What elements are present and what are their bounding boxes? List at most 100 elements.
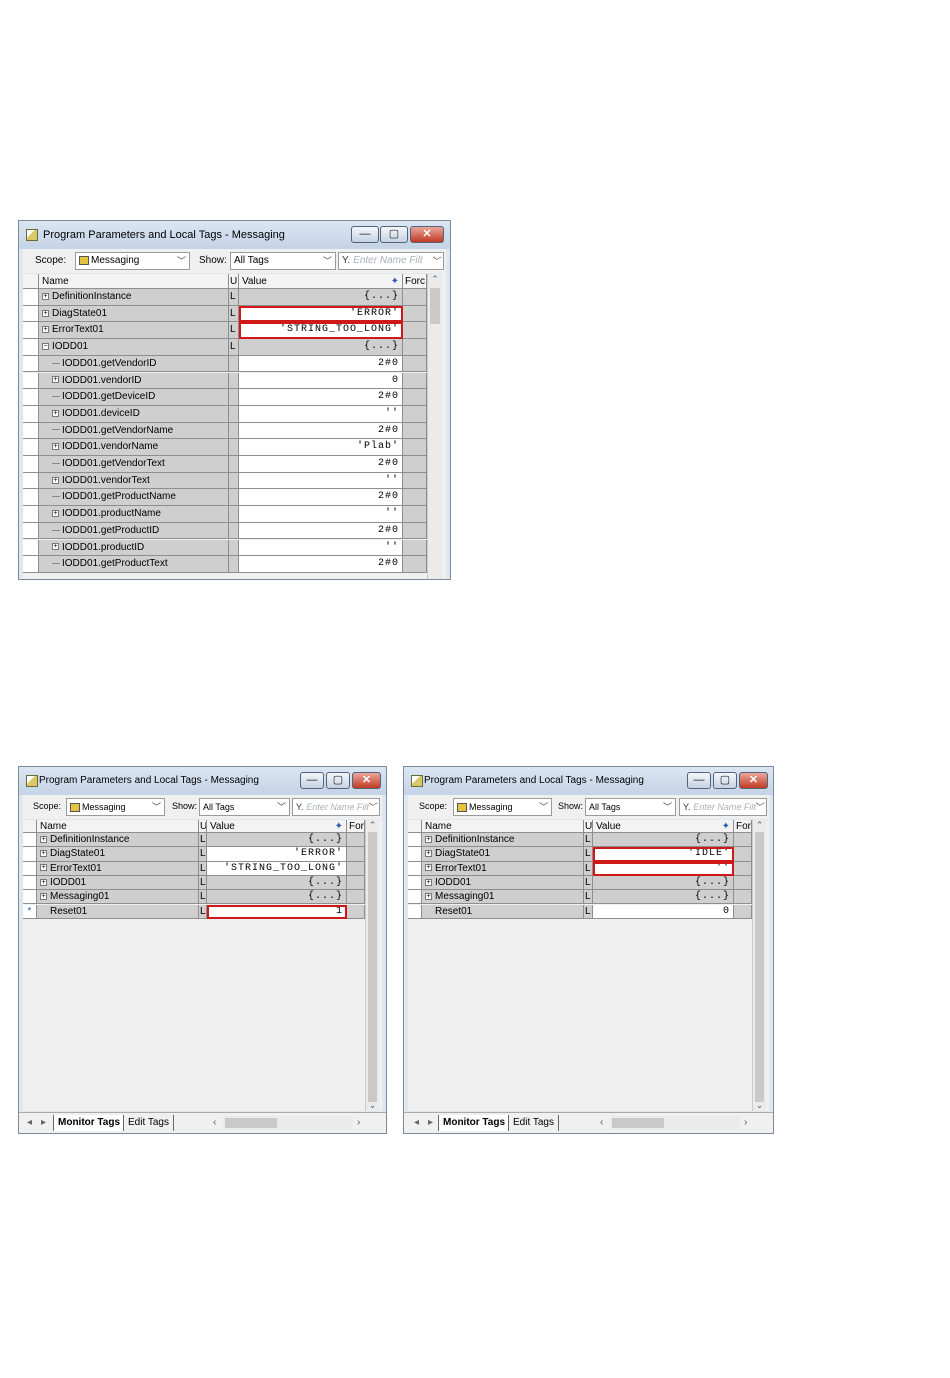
- tag-value-cell[interactable]: 'IDLE': [593, 847, 734, 862]
- row-marker[interactable]: [23, 890, 37, 905]
- name-filter-input[interactable]: Y. Enter Name Filt ﹀: [292, 798, 380, 816]
- hscroll-left-icon[interactable]: ‹: [209, 1115, 220, 1131]
- expand-icon[interactable]: +: [52, 376, 59, 384]
- row-marker[interactable]: [23, 405, 39, 423]
- row-marker[interactable]: [23, 489, 39, 507]
- horizontal-scrollbar[interactable]: [223, 1116, 353, 1130]
- row-marker[interactable]: [23, 439, 39, 456]
- table-row[interactable]: + IODD01.vendorText '': [23, 472, 427, 490]
- tag-name-cell[interactable]: − IODD01: [39, 339, 229, 356]
- column-header-value[interactable]: Value ✦: [207, 820, 347, 833]
- tag-value-cell[interactable]: '': [239, 472, 403, 490]
- tag-value-cell[interactable]: {...}: [239, 289, 403, 306]
- table-row[interactable]: + IODD01 L {...}: [23, 875, 365, 891]
- table-row[interactable]: + ErrorText01 L '': [408, 861, 752, 876]
- tag-name-cell[interactable]: + IODD01.vendorText: [39, 472, 229, 490]
- row-marker[interactable]: [23, 456, 39, 473]
- column-header-value[interactable]: Value ✦: [239, 274, 403, 289]
- vertical-scrollbar[interactable]: ⌃ ⌄: [752, 820, 766, 1111]
- tag-name-cell[interactable]: + IODD01.vendorID: [39, 372, 229, 390]
- tag-name-cell[interactable]: Reset01: [37, 904, 199, 919]
- column-header-force[interactable]: Forc: [734, 820, 752, 833]
- expand-icon[interactable]: +: [52, 409, 59, 417]
- table-row[interactable]: + DefinitionInstance L {...}: [23, 289, 427, 306]
- scroll-up-icon[interactable]: ⌃: [753, 820, 766, 831]
- tag-name-cell[interactable]: + IODD01.deviceID: [39, 405, 229, 423]
- table-row[interactable]: IODD01.getDeviceID 2#0: [23, 389, 427, 406]
- tag-value-cell[interactable]: '': [239, 405, 403, 423]
- tag-value-cell[interactable]: {...}: [239, 339, 403, 356]
- tag-value-cell[interactable]: {...}: [593, 890, 734, 905]
- table-row[interactable]: + IODD01.deviceID '': [23, 405, 427, 423]
- tag-name-cell[interactable]: + IODD01.vendorName: [39, 439, 229, 456]
- scroll-up-icon[interactable]: ⌃: [366, 820, 379, 831]
- row-marker[interactable]: [23, 861, 37, 876]
- table-row[interactable]: + ErrorText01 L 'STRING_TOO_LONG': [23, 861, 365, 876]
- tag-value-cell[interactable]: 'STRING_TOO_LONG': [239, 322, 403, 340]
- table-row[interactable]: + IODD01.productName '': [23, 506, 427, 523]
- table-row[interactable]: IODD01.getVendorName 2#0: [23, 422, 427, 440]
- column-header-usage[interactable]: U: [199, 820, 207, 833]
- row-marker[interactable]: [408, 904, 422, 919]
- scope-dropdown[interactable]: Messaging ﹀: [453, 798, 552, 816]
- tab-scroll-right-icon[interactable]: ▸: [37, 1115, 50, 1131]
- expand-icon[interactable]: +: [40, 893, 47, 901]
- tag-name-cell[interactable]: IODD01.getDeviceID: [39, 389, 229, 406]
- tag-value-cell[interactable]: {...}: [207, 890, 347, 905]
- tag-name-cell[interactable]: IODD01.getProductText: [39, 556, 229, 573]
- table-row[interactable]: + IODD01.vendorID 0: [23, 372, 427, 390]
- column-header-name[interactable]: Name: [39, 274, 229, 289]
- scrollbar-thumb[interactable]: [430, 288, 440, 324]
- tag-name-cell[interactable]: + IODD01: [37, 875, 199, 891]
- tag-value-cell[interactable]: 2#0: [239, 556, 403, 573]
- expand-icon[interactable]: +: [425, 850, 432, 858]
- tag-name-cell[interactable]: + DefinitionInstance: [422, 833, 584, 848]
- expand-icon[interactable]: +: [425, 864, 432, 872]
- title-bar[interactable]: Program Parameters and Local Tags - Mess…: [19, 221, 450, 249]
- scrollbar-thumb[interactable]: [755, 832, 764, 1102]
- collapse-icon[interactable]: −: [42, 342, 49, 350]
- tag-name-cell[interactable]: Reset01: [422, 904, 584, 919]
- expand-icon[interactable]: +: [52, 509, 59, 517]
- table-row[interactable]: + IODD01.productID '': [23, 539, 427, 557]
- tag-name-cell[interactable]: + DefinitionInstance: [39, 289, 229, 306]
- tag-value-cell[interactable]: {...}: [593, 875, 734, 891]
- row-marker[interactable]: [23, 289, 39, 306]
- maximize-button[interactable]: ▢: [326, 772, 350, 789]
- scope-dropdown[interactable]: Messaging ﹀: [66, 798, 165, 816]
- show-dropdown[interactable]: All Tags ﹀: [230, 252, 336, 270]
- tag-value-cell[interactable]: {...}: [593, 833, 734, 848]
- column-header-usage[interactable]: U: [229, 274, 239, 289]
- row-marker[interactable]: [23, 372, 39, 390]
- tag-name-cell[interactable]: IODD01.getVendorName: [39, 422, 229, 440]
- column-header-name[interactable]: Name: [37, 820, 199, 833]
- tab-scroll-left-icon[interactable]: ◂: [23, 1115, 36, 1131]
- tab-scroll-right-icon[interactable]: ▸: [424, 1115, 437, 1131]
- close-button[interactable]: ✕: [410, 226, 444, 243]
- table-row[interactable]: IODD01.getVendorID 2#0: [23, 355, 427, 373]
- scrollbar-thumb[interactable]: [225, 1118, 277, 1128]
- tag-name-cell[interactable]: IODD01.getVendorID: [39, 355, 229, 373]
- minimize-button[interactable]: —: [351, 226, 379, 243]
- scroll-down-icon[interactable]: ⌄: [753, 1100, 766, 1111]
- scrollbar-thumb[interactable]: [612, 1118, 664, 1128]
- tag-value-cell[interactable]: 0: [593, 904, 734, 919]
- expand-icon[interactable]: +: [52, 476, 59, 484]
- show-dropdown[interactable]: All Tags ﹀: [585, 798, 676, 816]
- table-row[interactable]: IODD01.getVendorText 2#0: [23, 456, 427, 473]
- tag-value-cell[interactable]: 'ERROR': [239, 305, 403, 323]
- row-marker[interactable]: [408, 875, 422, 891]
- vertical-scrollbar[interactable]: ⌃: [427, 274, 442, 579]
- tag-value-cell[interactable]: 2#0: [239, 522, 403, 540]
- minimize-button[interactable]: —: [687, 772, 711, 789]
- tag-name-cell[interactable]: + DiagState01: [39, 305, 229, 323]
- table-row[interactable]: + DiagState01 L 'ERROR': [23, 847, 365, 862]
- tag-value-cell[interactable]: {...}: [207, 833, 347, 848]
- column-header-force[interactable]: Forc: [347, 820, 365, 833]
- horizontal-scrollbar[interactable]: [610, 1116, 740, 1130]
- maximize-button[interactable]: ▢: [713, 772, 737, 789]
- expand-icon[interactable]: +: [42, 292, 49, 300]
- expand-icon[interactable]: +: [40, 850, 47, 858]
- expand-icon[interactable]: +: [425, 835, 432, 843]
- title-bar[interactable]: Program Parameters and Local Tags - Mess…: [404, 767, 773, 795]
